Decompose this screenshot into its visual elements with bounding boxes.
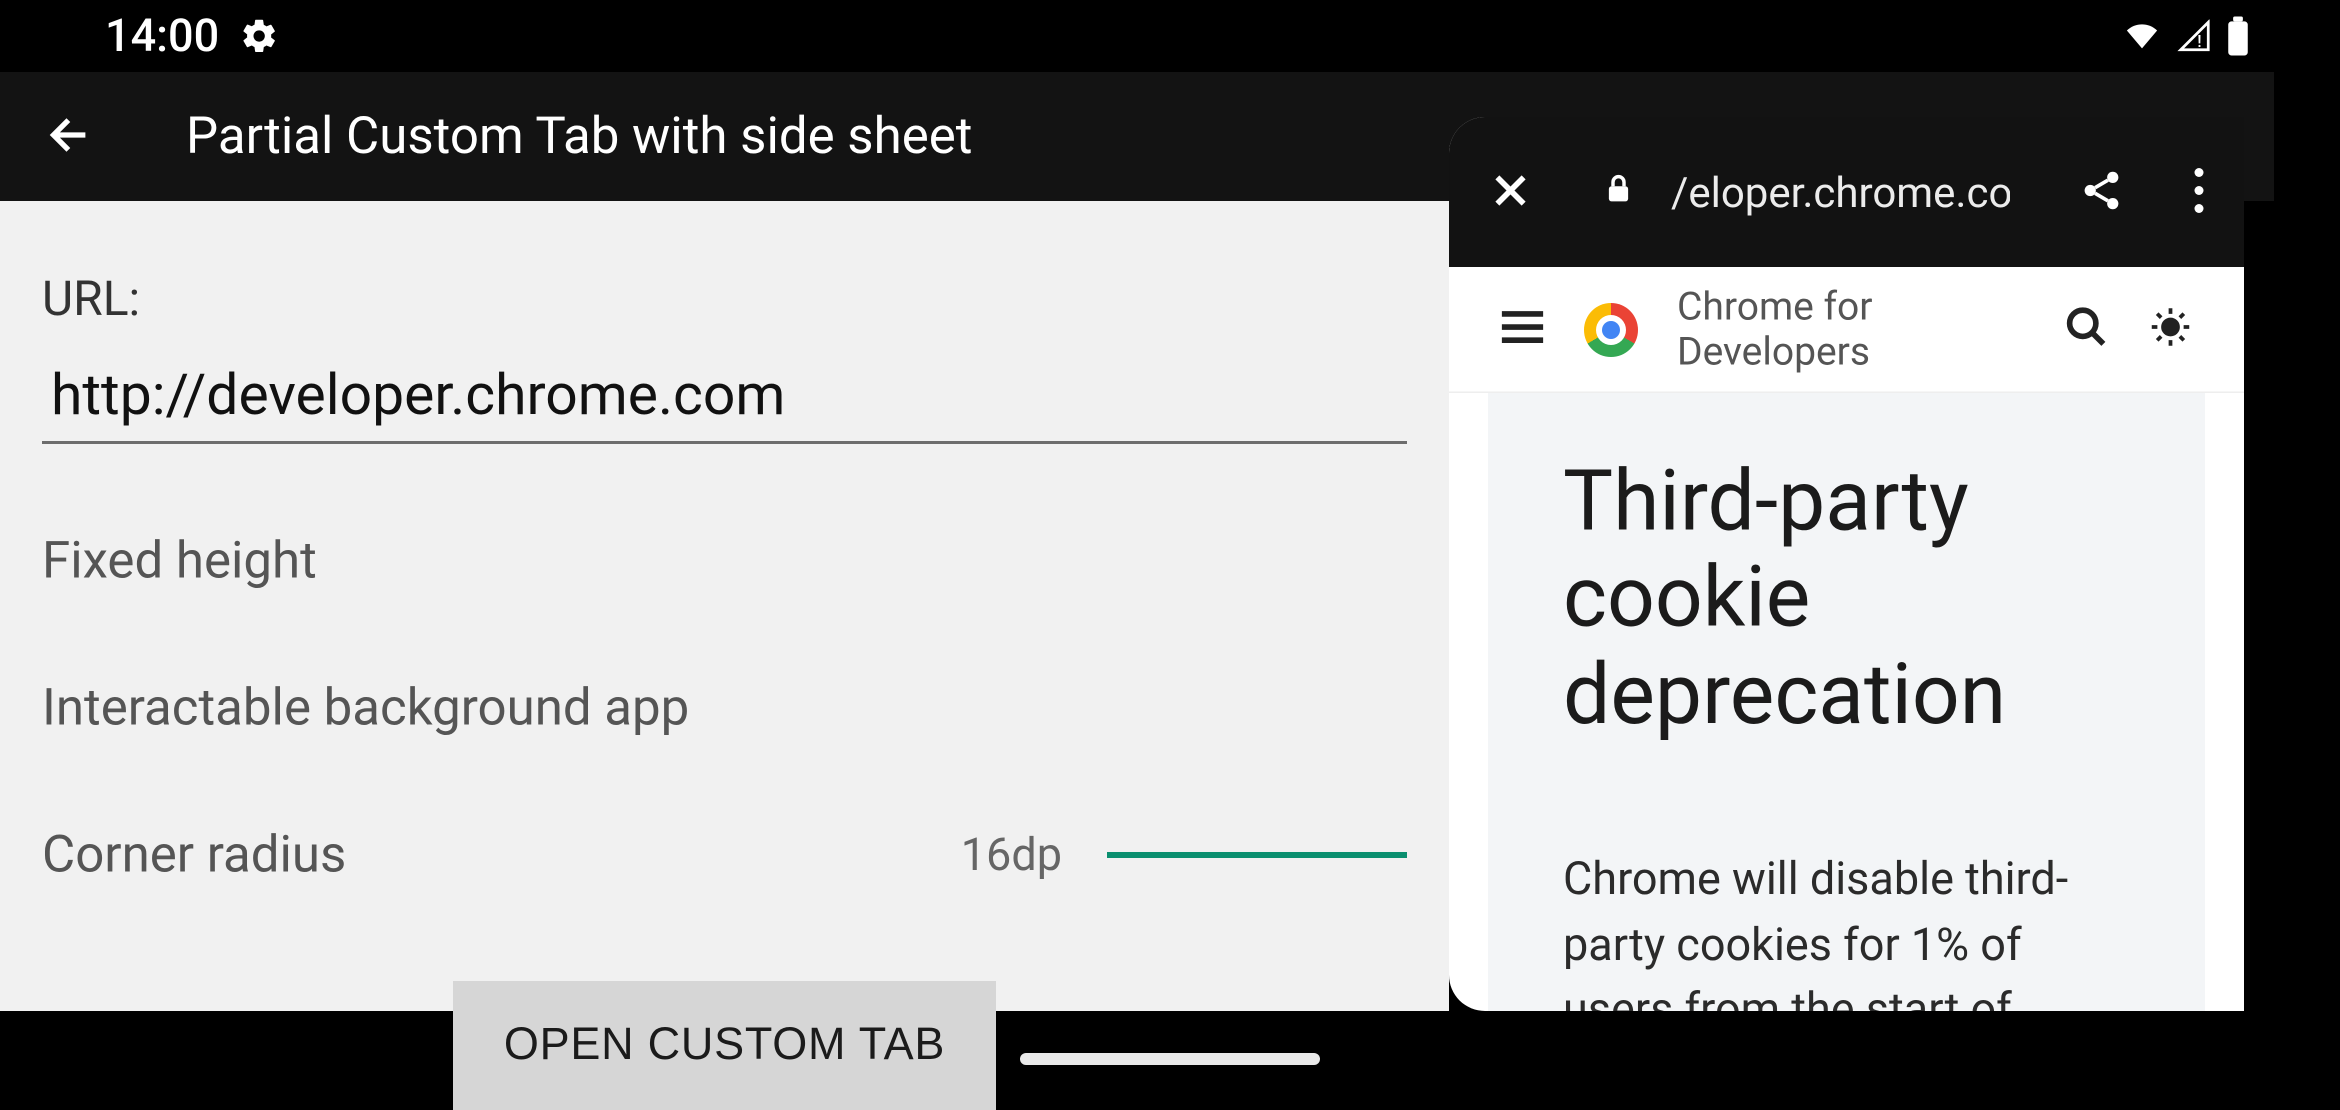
search-button[interactable] <box>2064 305 2109 355</box>
url-label: URL: <box>42 270 1407 327</box>
site-title: Chrome for Developers <box>1677 284 2025 374</box>
lock-icon <box>1602 170 1635 215</box>
gear-icon <box>240 17 279 56</box>
custom-tab-url[interactable]: /eloper.chrome.com <box>1671 167 2010 217</box>
close-button[interactable] <box>1488 167 1533 217</box>
option-interactable-bg[interactable]: Interactable background app <box>42 678 1407 738</box>
nav-handle[interactable] <box>1020 1053 1320 1065</box>
statusbar-time: 14:00 <box>105 10 219 63</box>
article-body[interactable]: Third-party cookie deprecation Chrome wi… <box>1488 393 2205 1011</box>
chrome-logo-icon <box>1584 302 1638 356</box>
article-paragraph: Chrome will disable third-party cookies … <box>1563 848 2130 1011</box>
corner-radius-label: Corner radius <box>42 825 346 885</box>
corner-radius-slider[interactable] <box>1107 852 1407 858</box>
device-bezel <box>2274 0 2340 1080</box>
option-fixed-height[interactable]: Fixed height <box>42 531 1407 591</box>
open-custom-tab-button[interactable]: OPEN CUSTOM TAB <box>453 981 996 1110</box>
custom-tab-sidesheet: /eloper.chrome.com Chrome for Developers <box>1449 117 2244 1011</box>
article-title: Third-party cookie deprecation <box>1563 453 2130 743</box>
back-button[interactable] <box>45 109 96 165</box>
custom-tab-toolbar: /eloper.chrome.com <box>1449 117 2244 267</box>
overflow-menu-button[interactable] <box>2193 167 2205 217</box>
corner-radius-value: 16dp <box>961 829 1062 882</box>
host-form: URL: Fixed height Interactable backgroun… <box>0 201 1449 1011</box>
battery-icon <box>2226 17 2250 56</box>
svg-text:!: ! <box>2197 33 2201 52</box>
statusbar: 14:00 ! <box>0 0 2340 72</box>
signal-icon: ! <box>2175 20 2214 53</box>
hamburger-menu-button[interactable] <box>1500 309 1545 350</box>
page-title: Partial Custom Tab with side sheet <box>186 107 972 167</box>
theme-toggle-button[interactable] <box>2148 305 2193 355</box>
share-button[interactable] <box>2079 167 2124 217</box>
url-input[interactable] <box>42 357 1407 444</box>
site-header: Chrome for Developers <box>1449 267 2244 393</box>
wifi-icon <box>2121 20 2163 53</box>
